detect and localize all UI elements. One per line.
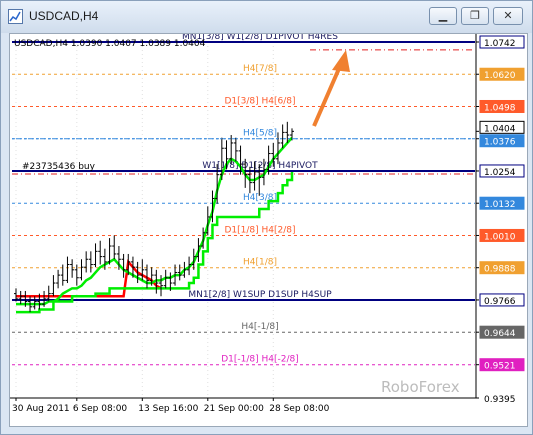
level-label: D1[3/8] H4[6/8]	[224, 96, 295, 106]
level-label: MN1[3/8] W1[2/8] D1PIVOT H4RES	[182, 34, 338, 42]
x-tick-label: 13 Sep 16:00	[138, 404, 198, 414]
level-label: D1[1/8] H4[2/8]	[224, 225, 295, 235]
level-label: H4[-1/8]	[241, 322, 278, 332]
level-label: W1[1/8] D1[2/8] H4PIVOT	[202, 161, 318, 171]
order-label: #23735436 buy	[22, 162, 96, 172]
y-tick-label: 1.0498	[484, 103, 516, 113]
x-tick-label: 28 Sep 08:00	[269, 404, 329, 414]
y-tick-label: 0.9766	[484, 297, 516, 307]
level-label: H4[5/8]	[243, 129, 277, 139]
y-tick-label: 0.9395	[484, 395, 516, 405]
price-chart[interactable]: MN1[3/8] W1[2/8] D1PIVOT H4RES H4[7/8] D1[…	[10, 32, 527, 426]
chart-window: USDCAD,H4 ▁ ❐ ✕ MN1[3/8] W1[2/8] D1PIVOT…	[0, 0, 533, 435]
symbol-info: USDCAD,H4 1.0390 1.0407 1.0389 1.0404	[14, 39, 206, 49]
x-tick-label: 30 Aug 2011	[12, 404, 70, 414]
y-tick-label: 0.9644	[484, 329, 516, 339]
window-title: USDCAD,H4	[29, 9, 99, 23]
minimize-button[interactable]: ▁	[429, 7, 457, 25]
y-tick-label: 1.0376	[484, 138, 516, 148]
x-tick-label: 21 Sep 00:00	[204, 404, 264, 414]
y-tick-label: 0.9888	[484, 265, 516, 275]
y-tick-label: 1.0404	[484, 124, 516, 134]
level-label: H4[7/8]	[243, 64, 277, 74]
level-label: MN1[2/8] W1SUP D1SUP H4SUP	[188, 290, 332, 300]
restore-button[interactable]: ❐	[461, 7, 489, 25]
title-bar[interactable]: USDCAD,H4 ▁ ❐ ✕	[1, 1, 532, 33]
chart-area[interactable]: MN1[3/8] W1[2/8] D1PIVOT H4RES H4[7/8] D1[…	[9, 32, 528, 427]
chart-window-icon	[8, 9, 23, 24]
level-label: H4[1/8]	[243, 258, 277, 268]
y-tick-label: 1.0132	[484, 200, 516, 210]
y-tick-label: 1.0010	[484, 232, 516, 242]
watermark: RoboForex	[381, 378, 460, 396]
y-tick-label: 1.0742	[484, 39, 516, 49]
y-tick-label: 1.0254	[484, 168, 516, 178]
y-tick-label: 0.9521	[484, 362, 516, 372]
level-label: D1[-1/8] H4[-2/8]	[221, 355, 299, 365]
y-tick-label: 1.0620	[484, 71, 516, 81]
close-button[interactable]: ✕	[493, 7, 523, 25]
x-tick-label: 6 Sep 08:00	[73, 404, 128, 414]
